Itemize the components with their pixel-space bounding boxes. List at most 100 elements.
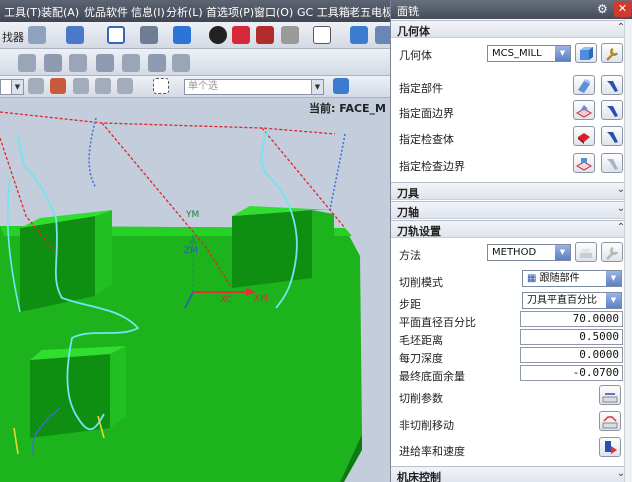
new-method-button[interactable] [575, 242, 597, 262]
tool-icon-7[interactable] [172, 54, 190, 72]
select-icon-1[interactable] [28, 78, 44, 94]
select-icon-5[interactable] [117, 78, 133, 94]
face-diameter-percent-input[interactable]: 70.0000 [520, 311, 623, 327]
gear-icon[interactable]: ⚙ [597, 2, 611, 16]
selection-filter-combo[interactable]: ▼ [0, 79, 24, 95]
menu-window[interactable]: 窗口(O) [254, 4, 293, 20]
cad-window: 工具(T) 装配(A) 优品软件 信息(I) 分析(L) 首选项(P) 窗口(O… [0, 0, 390, 482]
section-geometry[interactable]: 几何体 ⌃ [391, 20, 632, 38]
stepover-label: 步距 [399, 298, 421, 311]
box-select-icon[interactable] [153, 78, 169, 94]
menu-tools[interactable]: 工具(T) [4, 4, 41, 20]
tool-icon-2[interactable] [44, 54, 62, 72]
shading-icon[interactable] [209, 26, 227, 44]
cut-mode-dropdown[interactable]: ▦ 跟随部件 ▼ [522, 270, 622, 287]
section-geometry-label: 几何体 [397, 25, 430, 38]
selection-scope-combo[interactable]: 单个选 ▼ [184, 79, 324, 95]
edit-method-button[interactable] [601, 242, 623, 262]
method-icon [580, 249, 592, 258]
toolbar-row-3: ▼ 单个选 ▼ [0, 76, 390, 98]
section-machine-control-label: 机床控制 [397, 471, 441, 482]
toolbar-row-1: 找器 [0, 22, 390, 49]
menu-preferences[interactable]: 首选项(P) [206, 4, 254, 20]
right-boss [232, 210, 312, 288]
fit-view-icon[interactable] [107, 26, 125, 44]
face-boundary [0, 111, 336, 135]
feeds-speeds-icon [605, 441, 617, 454]
display-face-boundary-button[interactable] [601, 100, 623, 120]
non-cutting-moves-label: 非切削移动 [399, 419, 454, 432]
cube-icon [580, 47, 593, 60]
select-icon-3[interactable] [73, 78, 89, 94]
section-tool[interactable]: 刀具 ⌄ [391, 182, 632, 200]
menu-gc-toolbox[interactable]: GC 工具箱 [297, 4, 350, 20]
graphics-viewport[interactable]: YM ZM XC XM [0, 98, 390, 482]
display-check-body-button[interactable] [601, 126, 623, 146]
filter-icon[interactable] [66, 26, 84, 44]
close-button[interactable]: ✕ [614, 1, 631, 17]
toolbar-row-2 [0, 49, 390, 76]
wrench-icon [606, 47, 619, 61]
view-cube-icon[interactable] [333, 78, 349, 94]
layer-icon[interactable] [375, 26, 390, 44]
cut-mode-dropdown-value: 跟随部件 [539, 273, 580, 284]
select-icon-2[interactable] [50, 78, 66, 94]
display-part-button[interactable] [601, 75, 623, 95]
method-label: 方法 [399, 249, 421, 262]
menu-laowu-electrode[interactable]: 老五电极 [349, 4, 390, 20]
cube-view-icon[interactable] [173, 26, 191, 44]
select-icon-4[interactable] [95, 78, 111, 94]
background-color-icon[interactable] [313, 26, 331, 44]
tool-icon-6[interactable] [148, 54, 166, 72]
section-tool-axis[interactable]: 刀轴 ⌄ [391, 201, 632, 219]
flashlight-icon [607, 132, 618, 143]
specify-part-label: 指定部件 [399, 82, 443, 95]
non-cutting-moves-button[interactable] [599, 411, 621, 431]
section-cube-icon[interactable] [256, 26, 274, 44]
render-style-icon[interactable] [140, 26, 158, 44]
wcs-icon[interactable] [350, 26, 368, 44]
specify-part-button[interactable] [573, 75, 595, 95]
red-cube-icon[interactable] [232, 26, 250, 44]
dialog-scrollbar[interactable] [624, 19, 632, 482]
specify-face-boundary-button[interactable] [573, 100, 595, 120]
edit-geometry-button[interactable] [601, 43, 623, 63]
tool-icon-4[interactable] [96, 54, 114, 72]
face-diameter-percent-label: 平面直径百分比 [399, 316, 476, 329]
flashlight-icon [607, 106, 618, 117]
menu-bar: 工具(T) 装配(A) 优品软件 信息(I) 分析(L) 首选项(P) 窗口(O… [0, 0, 390, 22]
face-milling-dialog: 面铣 ⚙ ✕ 几何体 ⌃ 几何体 MCS_MILL ▼ 指定部件 指定面边界 指定… [390, 0, 632, 482]
tool-icon-5[interactable] [122, 54, 140, 72]
axis-label-ym: YM [186, 210, 200, 220]
final-floor-stock-input[interactable]: -0.0700 [520, 365, 623, 381]
cut-parameters-button[interactable] [599, 385, 621, 405]
stepover-dropdown-value: 刀具平直百分比 [527, 295, 597, 306]
final-floor-stock-label: 最终底面余量 [399, 370, 465, 383]
menu-youpin[interactable]: 优品软件 [84, 4, 128, 20]
specify-check-boundary-button[interactable] [573, 153, 595, 173]
stepover-dropdown[interactable]: 刀具平直百分比 ▼ [522, 292, 622, 309]
specify-check-body-button[interactable] [573, 126, 595, 146]
blank-distance-input[interactable]: 0.5000 [520, 329, 623, 345]
feeds-speeds-label: 进给率和速度 [399, 445, 465, 458]
dialog-title: 面铣 [397, 5, 419, 18]
geometry-dropdown[interactable]: MCS_MILL ▼ [487, 45, 571, 62]
method-dropdown[interactable]: METHOD ▼ [487, 244, 571, 261]
tool-icon-3[interactable] [69, 54, 87, 72]
check-body-icon [578, 133, 590, 144]
menu-assembly[interactable]: 装配(A) [41, 4, 79, 20]
flashlight-icon [607, 159, 618, 170]
gray-cube-icon[interactable] [281, 26, 299, 44]
tool-icon-1[interactable] [18, 54, 36, 72]
new-geometry-button[interactable] [575, 43, 597, 63]
depth-per-cut-input[interactable]: 0.0000 [520, 347, 623, 363]
feeds-speeds-button[interactable] [599, 437, 621, 457]
section-machine-control[interactable]: 机床控制 ⌄ [391, 466, 632, 482]
section-path-settings[interactable]: 刀轨设置 ⌃ [391, 220, 632, 238]
menu-info[interactable]: 信息(I) [131, 4, 165, 20]
viewport-title: 当前: FACE_M [308, 102, 386, 115]
display-check-boundary-button[interactable] [601, 153, 623, 173]
menu-analysis[interactable]: 分析(L) [166, 4, 203, 20]
selection-scope-value: 单个选 [188, 81, 218, 92]
snap-icon[interactable] [28, 26, 46, 44]
